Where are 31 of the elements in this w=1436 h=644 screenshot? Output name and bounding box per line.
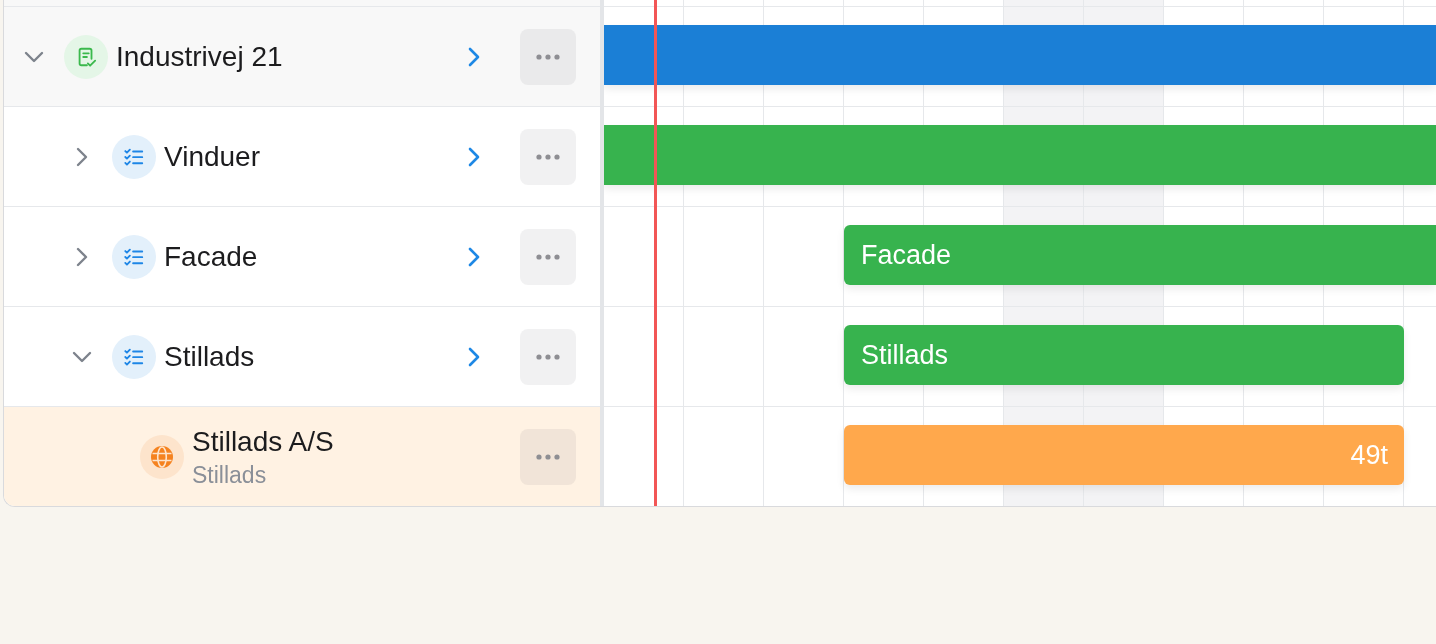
- ellipsis-icon: [536, 153, 560, 160]
- row-title: Facade: [164, 239, 258, 274]
- chevron-right-icon[interactable]: [76, 146, 88, 167]
- chevron-right-icon[interactable]: [467, 145, 481, 168]
- checklist-icon: [112, 234, 156, 279]
- ellipsis-icon: [536, 453, 560, 460]
- checklist-icon: [112, 334, 156, 379]
- chevron-right-icon[interactable]: [467, 345, 481, 368]
- tree-row[interactable]: Stillads A/S Stillads: [4, 407, 600, 506]
- document-check-icon: [64, 34, 108, 79]
- chevron-right-icon[interactable]: [467, 245, 481, 268]
- ellipsis-icon: [536, 253, 560, 260]
- row-title: Stillads A/S: [192, 424, 334, 459]
- ellipsis-icon: [536, 353, 560, 360]
- tree-row[interactable]: Industrivej 21: [4, 7, 600, 107]
- checklist-icon: [112, 134, 156, 179]
- globe-icon: [140, 434, 184, 479]
- more-button[interactable]: [520, 428, 576, 485]
- row-title: Industrivej 21: [116, 39, 283, 74]
- chevron-down-icon[interactable]: [72, 350, 92, 363]
- chevron-down-icon[interactable]: [24, 50, 44, 63]
- row-subtitle: Stillads: [192, 460, 268, 489]
- chevron-right-icon[interactable]: [467, 45, 481, 68]
- more-button[interactable]: [520, 328, 576, 385]
- chevron-right-icon[interactable]: [76, 246, 88, 267]
- more-button[interactable]: [520, 128, 576, 185]
- more-button[interactable]: [520, 228, 576, 285]
- row-title: Vinduer: [164, 139, 260, 174]
- ellipsis-icon: [536, 53, 560, 60]
- row-title: Stillads: [164, 339, 255, 374]
- more-button[interactable]: [520, 28, 576, 85]
